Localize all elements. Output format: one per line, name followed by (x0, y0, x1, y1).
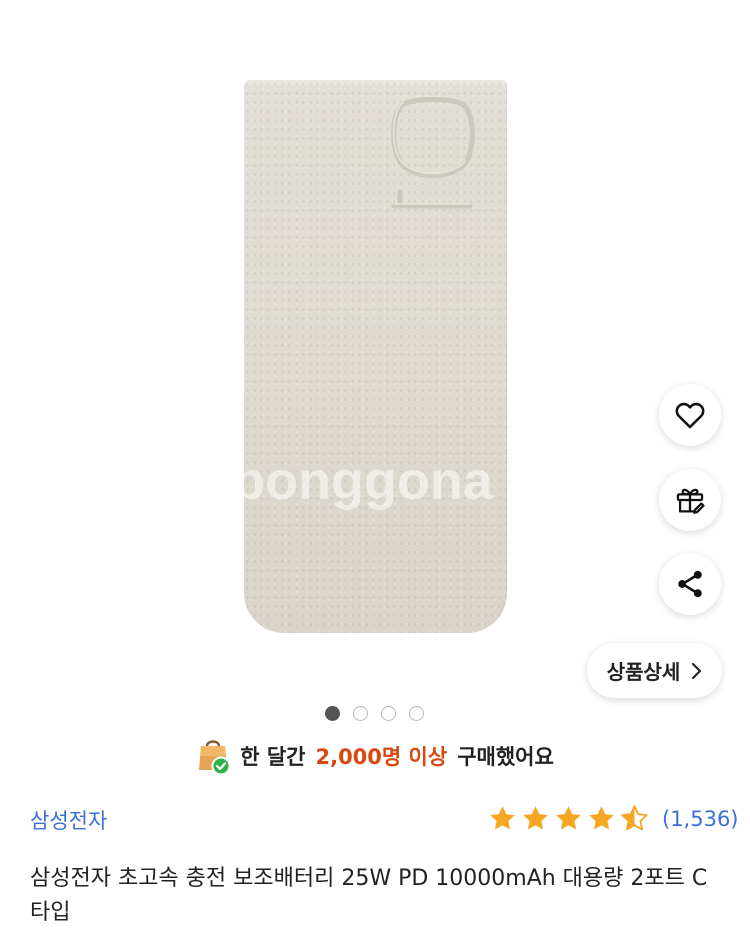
product-detail-button[interactable]: 상품상세 (587, 643, 722, 698)
star-full-icon (490, 806, 515, 830)
chevron-right-icon (692, 662, 702, 679)
shopping-bag-check-icon (199, 740, 231, 776)
carousel-dot[interactable] (381, 706, 396, 721)
heart-icon (675, 402, 705, 429)
star-full-icon (556, 806, 581, 830)
rating-summary[interactable]: (1,536) (487, 803, 739, 834)
purchase-count-prefix: 한 달간 (240, 745, 306, 769)
carousel-dot[interactable] (353, 706, 368, 721)
purchase-count-highlight: 2,000명 이상 (315, 745, 448, 769)
star-half-icon (621, 805, 648, 831)
share-button[interactable] (659, 553, 721, 615)
star-full-icon (589, 806, 614, 830)
image-watermark: ponggona (232, 451, 493, 511)
gift-icon (676, 488, 705, 514)
product-image-area[interactable]: ponggona 상품상세 (0, 0, 750, 700)
carousel-indicator (325, 706, 424, 721)
product-detail-label: 상품상세 (606, 660, 681, 684)
carousel-dot-active[interactable] (325, 706, 340, 721)
carousel-dot[interactable] (409, 706, 424, 721)
review-count[interactable]: (1,536) (662, 807, 739, 831)
product-title: 삼성전자 초고속 충전 보조배터리 25W PD 10000mAh 대용량 2포… (30, 866, 708, 925)
brand-link[interactable]: 삼성전자 (30, 805, 107, 835)
star-full-icon (523, 806, 548, 830)
gift-button[interactable] (659, 469, 721, 531)
purchase-count-suffix: 구매했어요 (457, 745, 554, 769)
battery-number-mark (391, 97, 475, 209)
share-icon (678, 570, 702, 598)
favorite-button[interactable] (659, 384, 721, 446)
purchase-count-banner: 한 달간 2,000명 이상 구매했어요 (0, 735, 750, 777)
